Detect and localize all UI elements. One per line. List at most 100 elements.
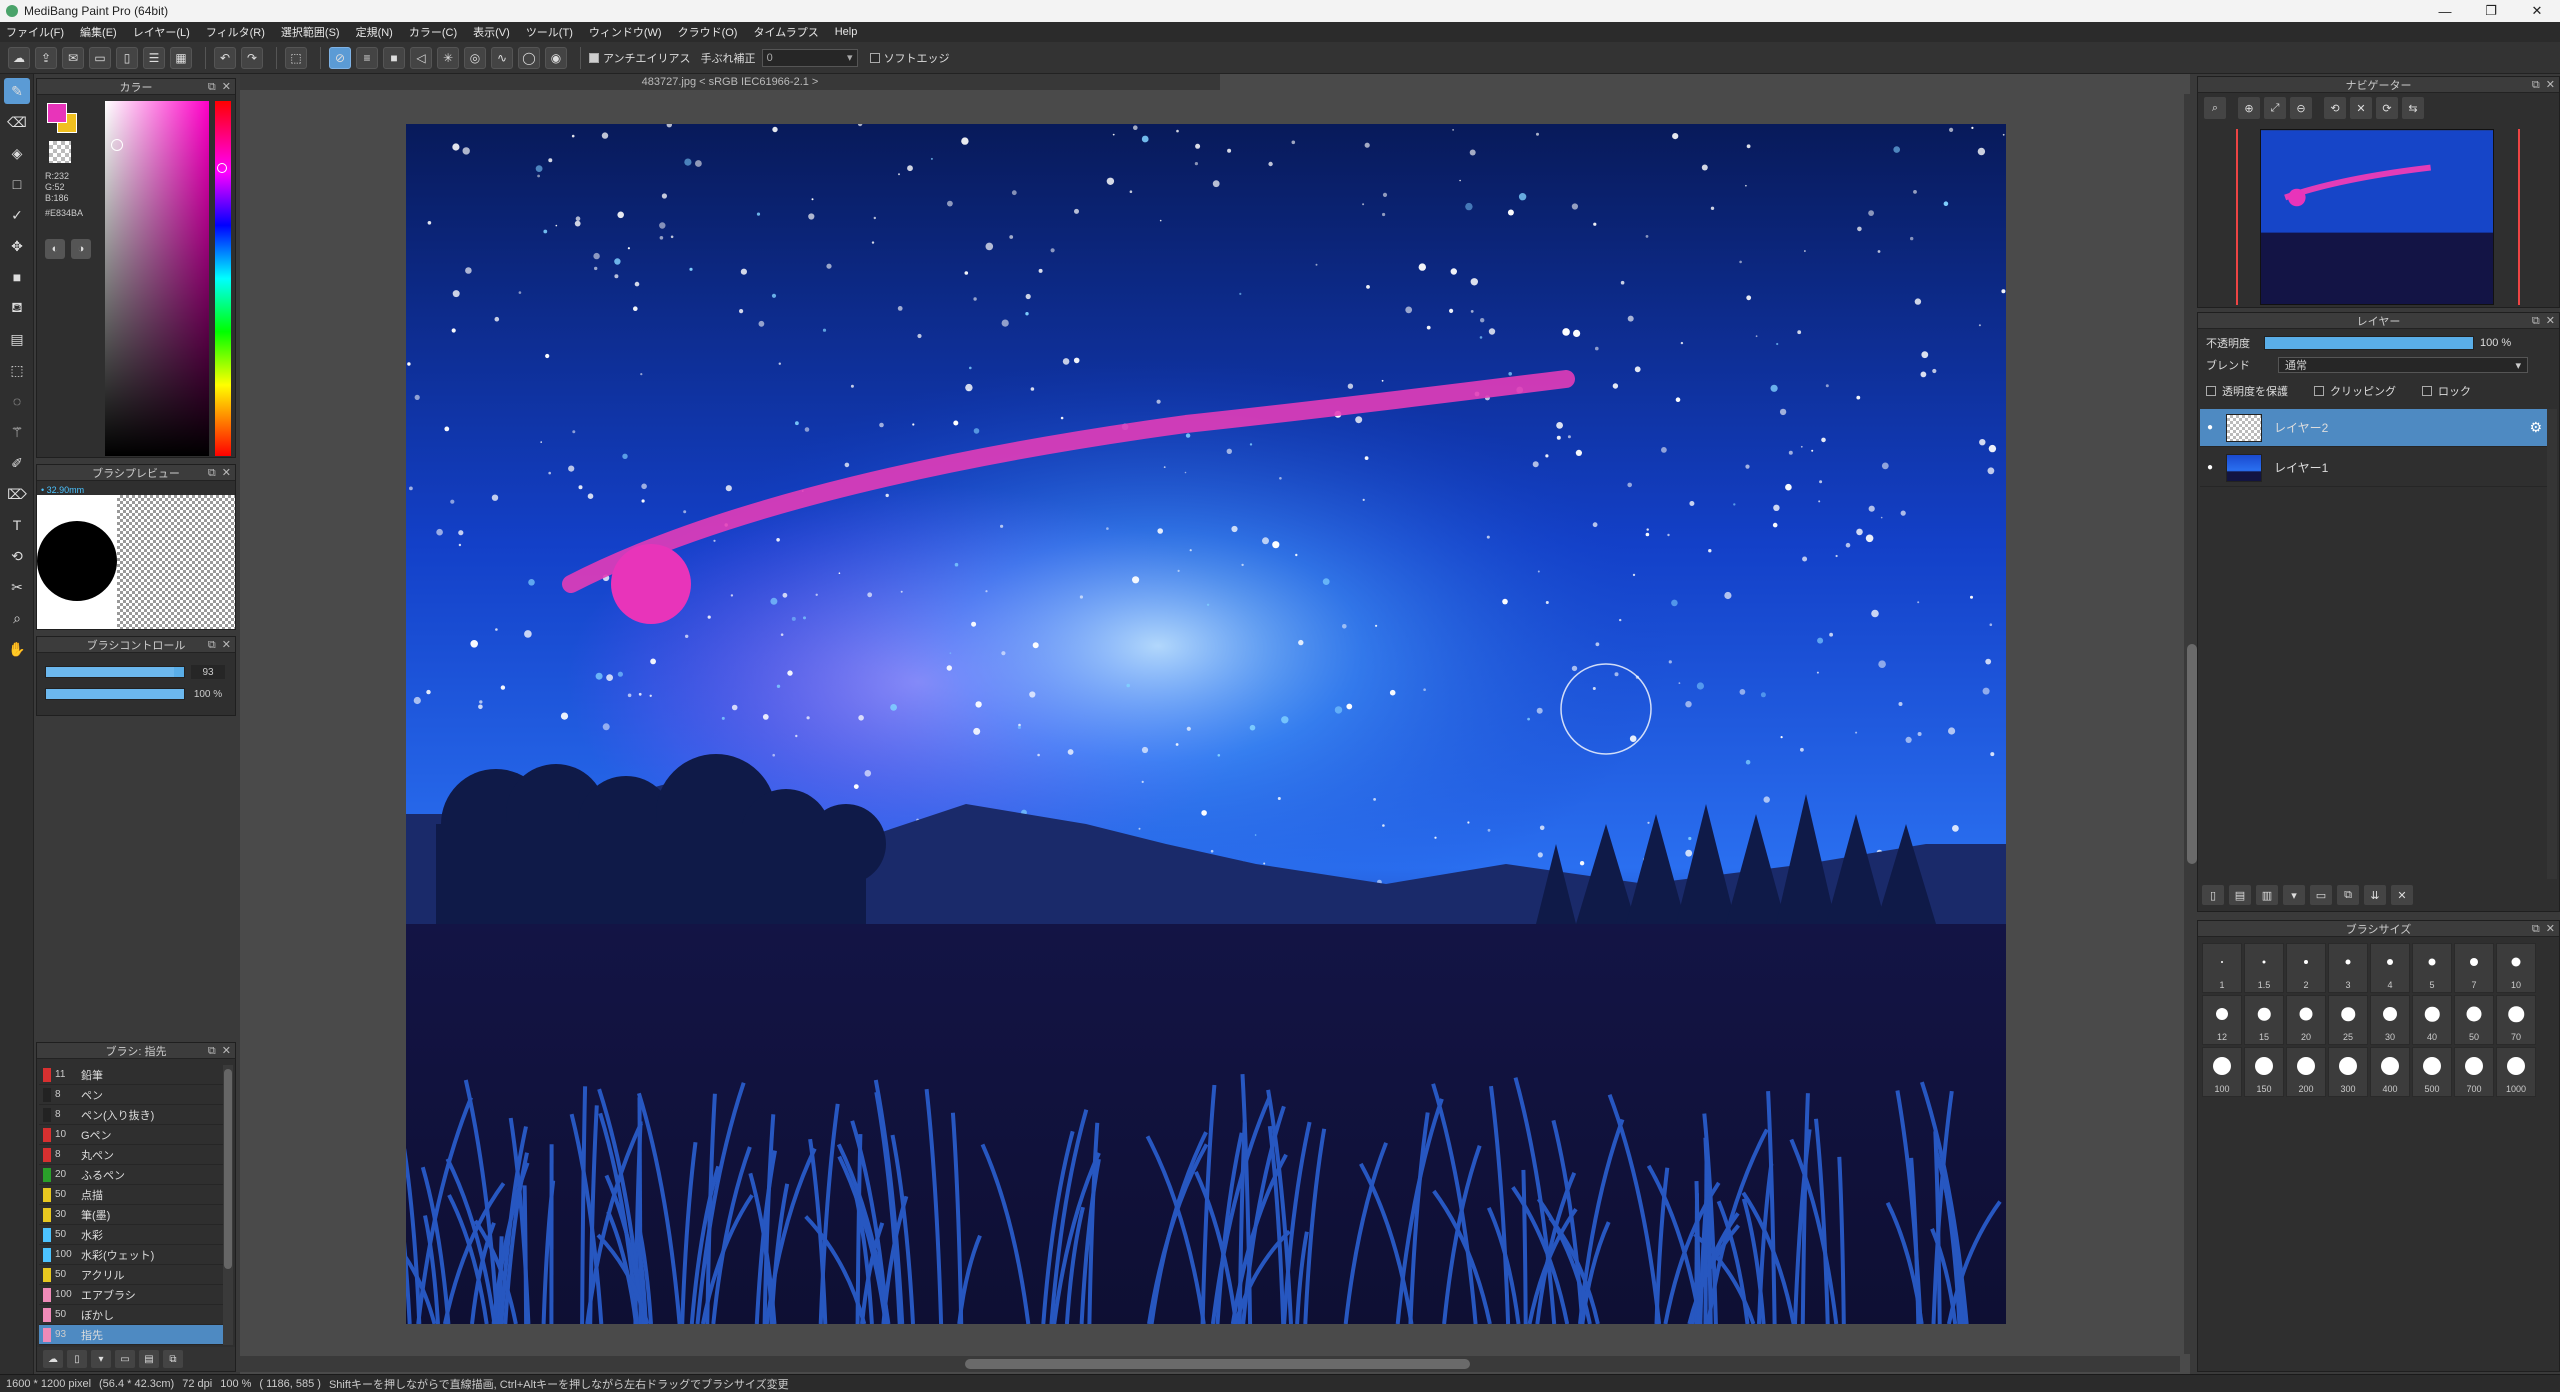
ruler-rect-icon[interactable]: ■ — [383, 46, 405, 69]
color-wheel-icon[interactable]: ◑ — [71, 239, 91, 259]
brush-list-item[interactable]: 100 エアブラシ — [39, 1285, 223, 1305]
float-icon[interactable]: ⧉ — [208, 1045, 216, 1057]
comment-icon[interactable]: ▭ — [89, 46, 111, 69]
select-brush-tool-icon[interactable]: ✓ — [4, 202, 30, 228]
upload-icon[interactable]: ⇪ — [35, 46, 57, 69]
brush-properties-icon[interactable]: ▭ — [115, 1350, 135, 1368]
brush-size-option[interactable]: 1.5 — [2244, 943, 2284, 993]
lock-toggle[interactable]: ロック — [2422, 383, 2471, 399]
reset-rotation-icon[interactable]: ✕ — [2350, 97, 2372, 119]
menu-view[interactable]: 表示(V) — [473, 24, 510, 40]
vertical-scroll-thumb[interactable] — [2187, 644, 2197, 864]
magic-wand-tool-icon[interactable]: ⚚ — [4, 419, 30, 445]
brush-size-option[interactable]: 2 — [2286, 943, 2326, 993]
layer-opacity-slider[interactable] — [2264, 336, 2474, 350]
menu-filter[interactable]: フィルタ(R) — [206, 24, 265, 40]
brush-list-item[interactable]: 30 筆(墨) — [39, 1205, 223, 1225]
brush-size-option[interactable]: 50 — [2454, 995, 2494, 1045]
deselect-icon[interactable]: ⬚ — [285, 46, 307, 69]
ruler-spiral-icon[interactable]: ◉ — [545, 46, 567, 69]
canvas-area[interactable]: 483727.jpg < sRGB IEC61966-2.1 > — [240, 74, 2200, 1374]
close-icon[interactable]: ✕ — [222, 1045, 231, 1057]
layer-blend-select[interactable]: 通常 ▾ — [2278, 357, 2528, 373]
flip-horizontal-icon[interactable]: ⇆ — [2402, 97, 2424, 119]
saturation-value-square[interactable] — [105, 101, 209, 456]
rotate-right-icon[interactable]: ⟳ — [2376, 97, 2398, 119]
hand-tool-icon[interactable]: ✋ — [4, 636, 30, 662]
visibility-eye-icon[interactable]: ● — [2200, 422, 2220, 433]
ruler-parallel-icon[interactable]: ≡ — [356, 46, 378, 69]
add-brush-icon[interactable]: ▯ — [67, 1350, 87, 1368]
minimize-button[interactable]: — — [2422, 0, 2468, 22]
undo-icon[interactable]: ↶ — [214, 46, 236, 69]
eyedropper-tool-icon[interactable]: ⌕ — [4, 605, 30, 631]
new-layer-menu-icon[interactable]: ▾ — [2283, 885, 2305, 905]
ruler-ellipse-icon[interactable]: ◎ — [464, 46, 486, 69]
horizontal-scrollbar[interactable] — [240, 1356, 2180, 1372]
new-8bit-layer-icon[interactable]: ▥ — [2256, 885, 2278, 905]
select-rect-tool-icon[interactable]: ⬚ — [4, 357, 30, 383]
brush-list-item[interactable]: 93 指先 — [39, 1325, 223, 1345]
ruler-off-icon[interactable]: ⊘ — [329, 46, 351, 69]
maximize-button[interactable]: ❐ — [2468, 0, 2514, 22]
brush-list-scroll-thumb[interactable] — [224, 1069, 232, 1269]
brush-size-option[interactable]: 300 — [2328, 1047, 2368, 1097]
ruler-curve-icon[interactable]: ∿ — [491, 46, 513, 69]
brush-size-option[interactable]: 1 — [2202, 943, 2242, 993]
shape-tool-icon[interactable]: □ — [4, 171, 30, 197]
brush-list-item[interactable]: 11 鉛筆 — [39, 1065, 223, 1085]
bucket-tool-icon[interactable]: ⛾ — [4, 295, 30, 321]
protect-alpha-checkbox[interactable] — [2206, 386, 2216, 396]
menu-file[interactable]: ファイル(F) — [6, 24, 64, 40]
artwork-canvas[interactable] — [406, 124, 2006, 1324]
ruler-concentric-icon[interactable]: ◯ — [518, 46, 540, 69]
eraser-tool-icon[interactable]: ⌫ — [4, 109, 30, 135]
brush-size-option[interactable]: 40 — [2412, 995, 2452, 1045]
layer-list-scrollbar[interactable] — [2547, 409, 2557, 879]
close-icon[interactable]: ✕ — [222, 81, 231, 93]
float-icon[interactable]: ⧉ — [2532, 79, 2540, 91]
float-icon[interactable]: ⧉ — [208, 467, 216, 479]
move-tool-icon[interactable]: ✥ — [4, 233, 30, 259]
brush-size-option[interactable]: 15 — [2244, 995, 2284, 1045]
document-tab[interactable]: 483727.jpg < sRGB IEC61966-2.1 > — [240, 74, 1220, 90]
brush-size-option[interactable]: 100 — [2202, 1047, 2242, 1097]
brush-list-item[interactable]: 100 水彩(ウェット) — [39, 1245, 223, 1265]
close-icon[interactable]: ✕ — [2546, 315, 2555, 327]
rotate-left-icon[interactable]: ⟲ — [2324, 97, 2346, 119]
antialias-toggle[interactable]: アンチエイリアス — [589, 50, 691, 66]
delete-brush-icon[interactable]: ⧉ — [163, 1350, 183, 1368]
brush-list-item[interactable]: 50 アクリル — [39, 1265, 223, 1285]
menu-layer[interactable]: レイヤー(L) — [133, 24, 190, 40]
brush-list-item[interactable]: 50 水彩 — [39, 1225, 223, 1245]
ruler-radial-icon[interactable]: ✳ — [437, 46, 459, 69]
lasso-tool-icon[interactable]: ◌ — [4, 388, 30, 414]
close-icon[interactable]: ✕ — [222, 467, 231, 479]
brush-size-slider[interactable] — [45, 666, 185, 678]
operation-tool-icon[interactable]: ⟲ — [4, 543, 30, 569]
delete-layer-icon[interactable]: ✕ — [2391, 885, 2413, 905]
brush-folder-icon[interactable]: ▤ — [139, 1350, 159, 1368]
transparent-color-swatch[interactable] — [49, 141, 71, 163]
clipping-checkbox[interactable] — [2314, 386, 2324, 396]
brush-size-option[interactable]: 4 — [2370, 943, 2410, 993]
palette-icon[interactable]: ◐ — [45, 239, 65, 259]
navigator-thumbnail[interactable] — [2260, 129, 2494, 305]
foreground-color-swatch[interactable] — [47, 103, 67, 123]
new-folder-icon[interactable]: ▭ — [2310, 885, 2332, 905]
brush-size-option[interactable]: 25 — [2328, 995, 2368, 1045]
menu-timelapse[interactable]: タイムラプス — [753, 24, 818, 40]
menu-cloud[interactable]: クラウド(O) — [678, 24, 738, 40]
redo-icon[interactable]: ↷ — [241, 46, 263, 69]
brush-size-option[interactable]: 10 — [2496, 943, 2536, 993]
lock-checkbox[interactable] — [2422, 386, 2432, 396]
ruler-angle-icon[interactable]: ◁ — [410, 46, 432, 69]
brush-size-value[interactable]: 93 — [191, 665, 225, 679]
new-layer-icon[interactable]: ▯ — [2202, 885, 2224, 905]
zoom-search-icon[interactable]: ⌕ — [2204, 97, 2226, 119]
brush-size-option[interactable]: 1000 — [2496, 1047, 2536, 1097]
merge-layer-icon[interactable]: ⇊ — [2364, 885, 2386, 905]
brush-size-option[interactable]: 150 — [2244, 1047, 2284, 1097]
float-icon[interactable]: ⧉ — [208, 639, 216, 651]
brush-list-item[interactable]: 50 ぼかし — [39, 1305, 223, 1325]
